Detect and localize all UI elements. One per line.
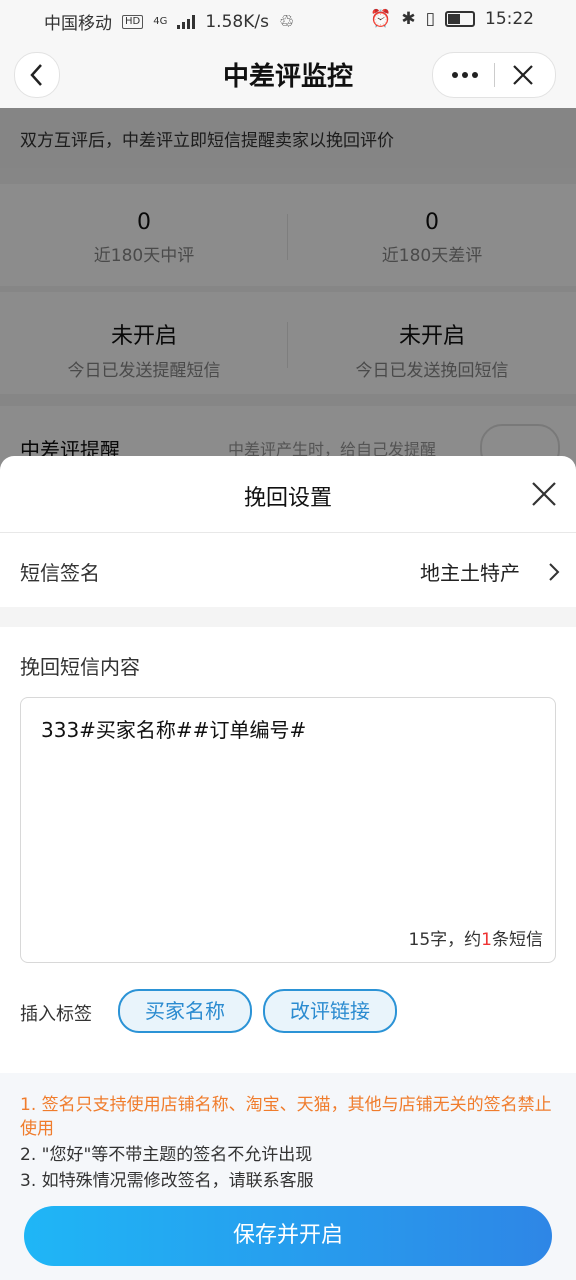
sheet-title: 挽回设置	[243, 486, 332, 511]
network-speed: 1.58K/s	[205, 11, 269, 32]
notes-section: 1. 签名只支持使用店铺名称、淘宝、天猫，其他与店铺无关的签名禁止使用 2. "…	[0, 1073, 576, 1191]
sms-count-number: 1	[481, 930, 492, 950]
sms-content-textarea[interactable]: 333#买家名称##订单编号# 15字，约1条短信	[20, 697, 556, 963]
tag-buyer-name-button[interactable]: 买家名称	[118, 989, 252, 1033]
insert-tags-label: 插入标签	[20, 1004, 92, 1025]
insert-tags: 插入标签 买家名称 改评链接	[20, 989, 560, 1033]
more-dots-icon	[452, 72, 478, 78]
nav-bar: 中差评监控	[0, 40, 576, 108]
signature-value: 地主土特产	[420, 561, 520, 585]
alarm-icon: ⏰	[370, 9, 392, 29]
status-bar: 中国移动 HD 4G 1.58K/s ♲ ⏰ ✱ ▯ 15:22	[0, 0, 576, 40]
recover-settings-sheet: 挽回设置 短信签名 地主土特产 挽回短信内容 333#买家名称##订单编号# 1…	[0, 456, 576, 1280]
char-count-suffix: 条短信	[492, 930, 543, 950]
sms-content-text: 333#买家名称##订单编号#	[41, 718, 307, 742]
carrier-label: 中国移动	[44, 14, 112, 34]
battery-icon	[445, 11, 475, 27]
mini-program-capsule	[432, 52, 556, 98]
signal-icon	[177, 14, 196, 29]
tag-review-link-button[interactable]: 改评链接	[263, 989, 397, 1033]
network-label: 4G	[153, 16, 168, 27]
sheet-close-button[interactable]	[530, 480, 558, 508]
vibrate-icon: ▯	[425, 9, 435, 29]
close-icon	[513, 65, 533, 85]
clock: 15:22	[485, 9, 534, 29]
sms-content-label: 挽回短信内容	[20, 655, 140, 679]
note-1: 1. 签名只支持使用店铺名称、淘宝、天猫，其他与店铺无关的签名禁止使用	[20, 1095, 552, 1139]
char-count-prefix: 15字，约	[408, 930, 482, 950]
section-gap	[0, 607, 576, 627]
capsule-divider	[494, 63, 495, 87]
save-and-enable-button[interactable]: 保存并开启	[24, 1206, 552, 1266]
char-count: 15字，约1条短信	[409, 925, 543, 950]
bluetooth-icon: ✱	[401, 9, 416, 29]
signature-label: 短信签名	[20, 561, 100, 585]
save-bar: 保存并开启	[0, 1191, 576, 1280]
note-2: 2. "您好"等不带主题的签名不允许出现	[20, 1145, 313, 1165]
more-button[interactable]	[447, 63, 483, 87]
signature-row[interactable]: 短信签名 地主土特产	[0, 533, 576, 607]
sheet-header: 挽回设置	[0, 456, 576, 533]
note-3: 3. 如特殊情况需修改签名，请联系客服	[20, 1171, 314, 1191]
sms-content-section: 挽回短信内容 333#买家名称##订单编号# 15字，约1条短信 插入标签 买家…	[0, 627, 576, 1073]
close-app-button[interactable]	[508, 63, 538, 87]
chevron-right-icon	[549, 563, 560, 581]
hd-badge: HD	[122, 14, 144, 29]
app-notify-icon: ♲	[278, 11, 295, 32]
close-icon	[532, 482, 556, 506]
